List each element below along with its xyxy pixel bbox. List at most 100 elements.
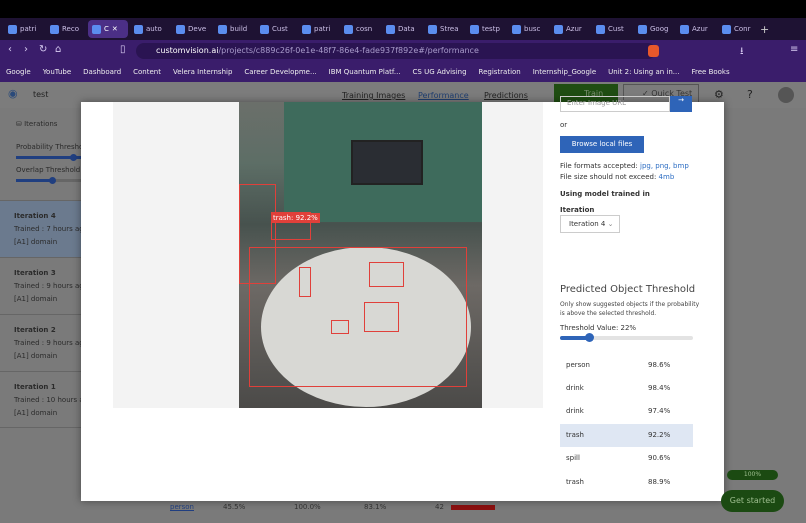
prediction-row[interactable]: spill 90.6% — [560, 447, 693, 470]
prediction-row[interactable]: trash 88.9% — [560, 471, 693, 494]
overlap-threshold-label: Overlap Threshold: — [16, 166, 83, 174]
iterations-label: Iterations — [24, 120, 58, 128]
browser-tab[interactable]: Cust — [256, 20, 296, 38]
bookmark-internship-google[interactable]: Internship_Google — [533, 68, 596, 76]
download-icon[interactable]: ⭳ — [740, 44, 744, 61]
bookmark-icon[interactable]: ▯ — [120, 44, 126, 55]
get-started-button[interactable]: Get started — [721, 490, 784, 512]
tab-favicon-icon — [92, 24, 101, 34]
browser-tab[interactable]: cosn — [340, 20, 380, 38]
threshold-slider-thumb[interactable] — [585, 333, 595, 342]
close-tab-icon[interactable]: ✕ — [112, 25, 118, 33]
using-model-heading: Using model trained in — [560, 190, 650, 198]
tab-title: Cust — [608, 25, 624, 33]
tab-favicon-icon — [470, 24, 479, 34]
bookmark-registration[interactable]: Registration — [479, 68, 521, 76]
image-count: 42 — [435, 503, 444, 511]
bookmark-dashboard[interactable]: Dashboard — [83, 68, 121, 76]
tab-title: Goog — [650, 25, 669, 33]
iteration-select[interactable]: Iteration 4 ⌄ — [560, 215, 620, 233]
tag-link[interactable]: person — [170, 503, 194, 511]
browser-tab[interactable]: patri — [298, 20, 338, 38]
prediction-row[interactable]: drink 97.4% — [560, 400, 693, 423]
settings-gear-icon[interactable]: ⚙ — [714, 88, 724, 101]
tab-title: patri — [314, 25, 331, 33]
iteration-item-1[interactable]: Iteration 1Trained : 10 hours ago[A1] do… — [0, 371, 81, 428]
bookmark-velera[interactable]: Velera Internship — [173, 68, 232, 76]
bookmark-cs-advising[interactable]: CS UG Advising — [413, 68, 467, 76]
browser-tab[interactable]: Azur — [676, 20, 716, 38]
tab-favicon-icon — [50, 24, 59, 34]
tab-title: Data — [398, 25, 415, 33]
nav-predictions[interactable]: Predictions — [484, 91, 528, 100]
tab-favicon-icon — [302, 24, 311, 34]
tab-title: Azur — [566, 25, 582, 33]
browser-tab[interactable]: Data — [382, 20, 422, 38]
browser-tab[interactable]: Goog — [634, 20, 674, 38]
browser-tab[interactable]: Conr — [718, 20, 758, 38]
ap-value: 83.1% — [364, 503, 387, 511]
prediction-row-selected[interactable]: trash 92.2% — [560, 424, 693, 447]
back-icon[interactable]: ‹ — [8, 44, 12, 55]
threshold-slider[interactable] — [560, 333, 693, 342]
nav-performance[interactable]: Performance — [418, 91, 469, 100]
prediction-row[interactable]: person 98.6% — [560, 354, 693, 377]
tab-favicon-icon — [554, 24, 563, 34]
browser-tab[interactable]: auto — [130, 20, 170, 38]
help-icon[interactable]: ? — [747, 88, 753, 101]
image-preview-area: trash: 92.2% — [113, 102, 543, 408]
browser-tab[interactable]: Azur — [550, 20, 590, 38]
browser-tab[interactable]: busc — [508, 20, 548, 38]
performance-table-row: person 45.5% 100.0% 83.1% 42 — [110, 503, 530, 517]
browser-tab[interactable]: build — [214, 20, 254, 38]
iteration-item-3[interactable]: Iteration 3 Trained : 9 hours ago [A1] dom… — [0, 257, 81, 314]
menu-icon[interactable]: ≡ — [790, 44, 798, 55]
predictions-list: person 98.6% drink 98.4% drink 97.4% trash 9… — [560, 354, 700, 501]
browser-tab[interactable]: patri — [4, 20, 44, 38]
bookmark-youtube[interactable]: YouTube — [43, 68, 71, 76]
browser-tab[interactable]: Deve — [172, 20, 212, 38]
bookmark-free-books[interactable]: Free Books — [691, 68, 729, 76]
tab-favicon-icon — [428, 24, 437, 34]
chevron-down-icon: ⌄ — [607, 220, 614, 228]
bookmark-unit2[interactable]: Unit 2: Using an in... — [608, 68, 679, 76]
file-formats-text: File formats accepted: jpg, png, bmp — [560, 162, 689, 170]
browse-local-files-button[interactable]: Browse local files — [560, 136, 644, 153]
bounding-box — [364, 302, 399, 332]
submit-url-button[interactable]: → — [670, 96, 692, 112]
tab-title: Conr — [734, 25, 751, 33]
image-url-input[interactable]: Enter Image URL — [560, 96, 670, 112]
quick-test-modal: trash: 92.2% Enter Image URL → or Browse… — [81, 96, 724, 501]
project-name: test — [33, 90, 49, 99]
browser-tab[interactable]: Reco — [46, 20, 86, 38]
bookmark-google[interactable]: Google — [6, 68, 31, 76]
tab-favicon-icon — [722, 24, 731, 34]
forward-icon[interactable]: › — [24, 44, 28, 55]
iteration-item-2[interactable]: Iteration 2 Trained : 9 hours ago [A1] dom… — [0, 314, 81, 371]
threshold-value-label: Threshold Value: 22% — [560, 324, 637, 332]
home-icon[interactable]: ⌂ — [55, 44, 61, 55]
prediction-row[interactable]: drink 98.4% — [560, 377, 693, 400]
browser-tab-active[interactable]: C ✕ — [88, 20, 128, 38]
test-image: trash: 92.2% — [239, 102, 482, 408]
bookmark-career[interactable]: Career Developme... — [244, 68, 316, 76]
prediction-label: trash: 92.2% — [271, 213, 320, 223]
overlap-threshold-slider[interactable] — [16, 177, 81, 184]
bounding-box — [299, 267, 311, 297]
tab-favicon-icon — [344, 24, 353, 34]
nav-training-images[interactable]: Training Images — [342, 91, 405, 100]
tab-favicon-icon — [680, 24, 689, 34]
new-tab-icon[interactable]: + — [760, 23, 769, 36]
iteration-item-4[interactable]: Iteration 4 Trained : 7 hours ago [A1] dom… — [0, 200, 81, 257]
bookmark-content[interactable]: Content — [133, 68, 161, 76]
browser-tab[interactable]: Strea — [424, 20, 464, 38]
avatar[interactable] — [778, 87, 794, 103]
browser-tab[interactable]: Cust — [592, 20, 632, 38]
probability-threshold-slider[interactable] — [16, 154, 81, 161]
brave-shield-icon[interactable] — [648, 45, 659, 57]
url-input[interactable]: customvision.ai/projects/c889c26f-0e1e-4… — [136, 43, 656, 59]
reload-icon[interactable]: ↻ — [39, 44, 47, 55]
tab-favicon-icon — [176, 24, 185, 34]
browser-tab[interactable]: testp — [466, 20, 506, 38]
bookmark-ibm[interactable]: IBM Quantum Platf... — [329, 68, 401, 76]
